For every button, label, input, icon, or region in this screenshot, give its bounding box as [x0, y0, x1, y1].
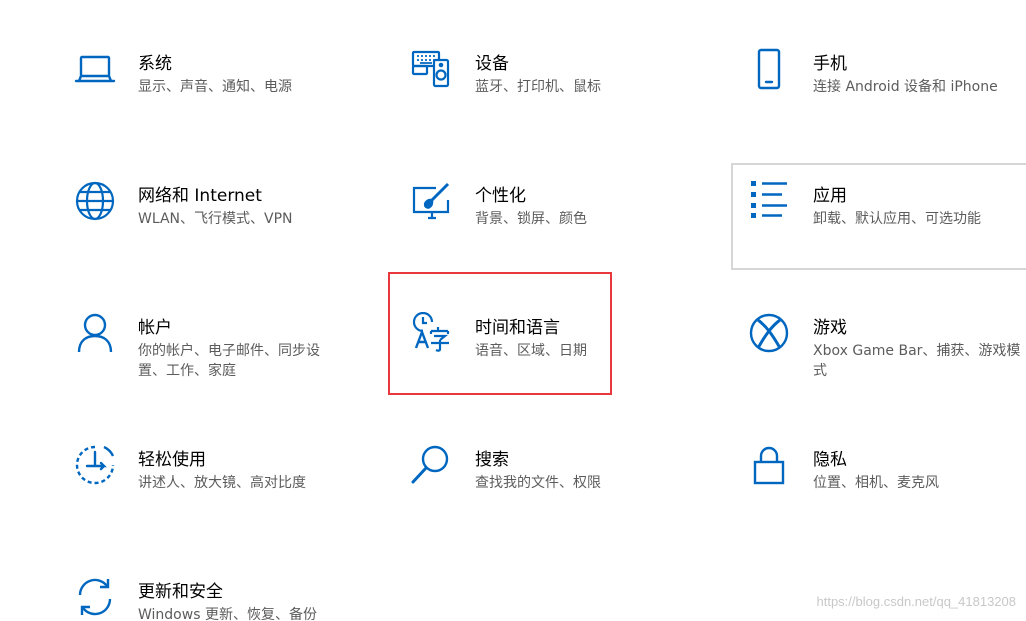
tile-description: 查找我的文件、权限 — [475, 475, 601, 491]
tile-accounts[interactable]: 帐户 你的帐户、电子邮件、同步设置、工作、家庭 — [60, 304, 360, 394]
tile-update-security[interactable]: 更新和安全 Windows 更新、恢复、备份 — [60, 568, 360, 621]
tile-search[interactable]: 搜索 查找我的文件、权限 — [398, 436, 698, 526]
tile-apps[interactable]: 应用 卸载、默认应用、可选功能 — [736, 172, 1026, 262]
tile-phone[interactable]: 手机 连接 Android 设备和 iPhone — [736, 40, 1026, 130]
tile-privacy[interactable]: 隐私 位置、相机、麦克风 — [736, 436, 1026, 526]
highlight-annotation-box — [388, 272, 612, 395]
keyboard-speaker-icon — [410, 46, 452, 88]
globe-icon — [74, 180, 116, 222]
brush-monitor-icon — [410, 180, 452, 222]
sync-icon — [74, 576, 116, 618]
tile-description: Windows 更新、恢复、备份 — [138, 607, 317, 621]
tile-devices[interactable]: 设备 蓝牙、打印机、鼠标 — [398, 40, 698, 130]
tile-title: 轻松使用 — [138, 450, 206, 470]
tile-title: 应用 — [813, 186, 847, 206]
lock-icon — [748, 444, 790, 486]
watermark-text: https://blog.csdn.net/qq_41813208 — [816, 594, 1017, 609]
tile-description: 位置、相机、麦克风 — [813, 475, 939, 491]
tile-title: 设备 — [475, 54, 509, 74]
tile-description: Xbox Game Bar、捕获、游戏模式 — [813, 343, 1021, 379]
tile-description: 背景、锁屏、颜色 — [475, 211, 587, 227]
phone-icon — [748, 48, 790, 90]
tile-description: 你的帐户、电子邮件、同步设置、工作、家庭 — [138, 343, 320, 379]
tile-description: 卸载、默认应用、可选功能 — [813, 211, 981, 227]
tile-description: WLAN、飞行模式、VPN — [138, 211, 293, 227]
ease-of-access-icon — [74, 444, 116, 486]
person-icon — [74, 312, 116, 354]
tile-description: 连接 Android 设备和 iPhone — [813, 79, 998, 95]
tile-title: 更新和安全 — [138, 582, 223, 602]
tile-title: 个性化 — [475, 186, 526, 206]
app-list-icon — [748, 178, 790, 220]
search-icon — [410, 444, 452, 486]
tile-ease-of-access[interactable]: 轻松使用 讲述人、放大镜、高对比度 — [60, 436, 360, 526]
tile-personalization[interactable]: 个性化 背景、锁屏、颜色 — [398, 172, 698, 262]
tile-title: 手机 — [813, 54, 847, 74]
tile-title: 系统 — [138, 54, 172, 74]
tile-description: 蓝牙、打印机、鼠标 — [475, 79, 601, 95]
settings-home: 系统 显示、声音、通知、电源 设备 蓝牙、打印机、鼠标 手机 连接 Androi… — [0, 0, 1026, 621]
tile-network-internet[interactable]: 网络和 Internet WLAN、飞行模式、VPN — [60, 172, 360, 262]
laptop-icon — [74, 48, 116, 90]
tile-description: 讲述人、放大镜、高对比度 — [138, 475, 306, 491]
tile-gaming[interactable]: 游戏 Xbox Game Bar、捕获、游戏模式 — [736, 304, 1026, 394]
tile-title: 网络和 Internet — [138, 186, 262, 206]
xbox-icon — [748, 312, 790, 354]
tile-title: 搜索 — [475, 450, 509, 470]
tile-title: 帐户 — [138, 318, 172, 338]
tile-title: 隐私 — [813, 450, 847, 470]
tile-title: 游戏 — [813, 318, 847, 338]
tile-description: 显示、声音、通知、电源 — [138, 79, 292, 95]
tile-system[interactable]: 系统 显示、声音、通知、电源 — [60, 40, 360, 130]
